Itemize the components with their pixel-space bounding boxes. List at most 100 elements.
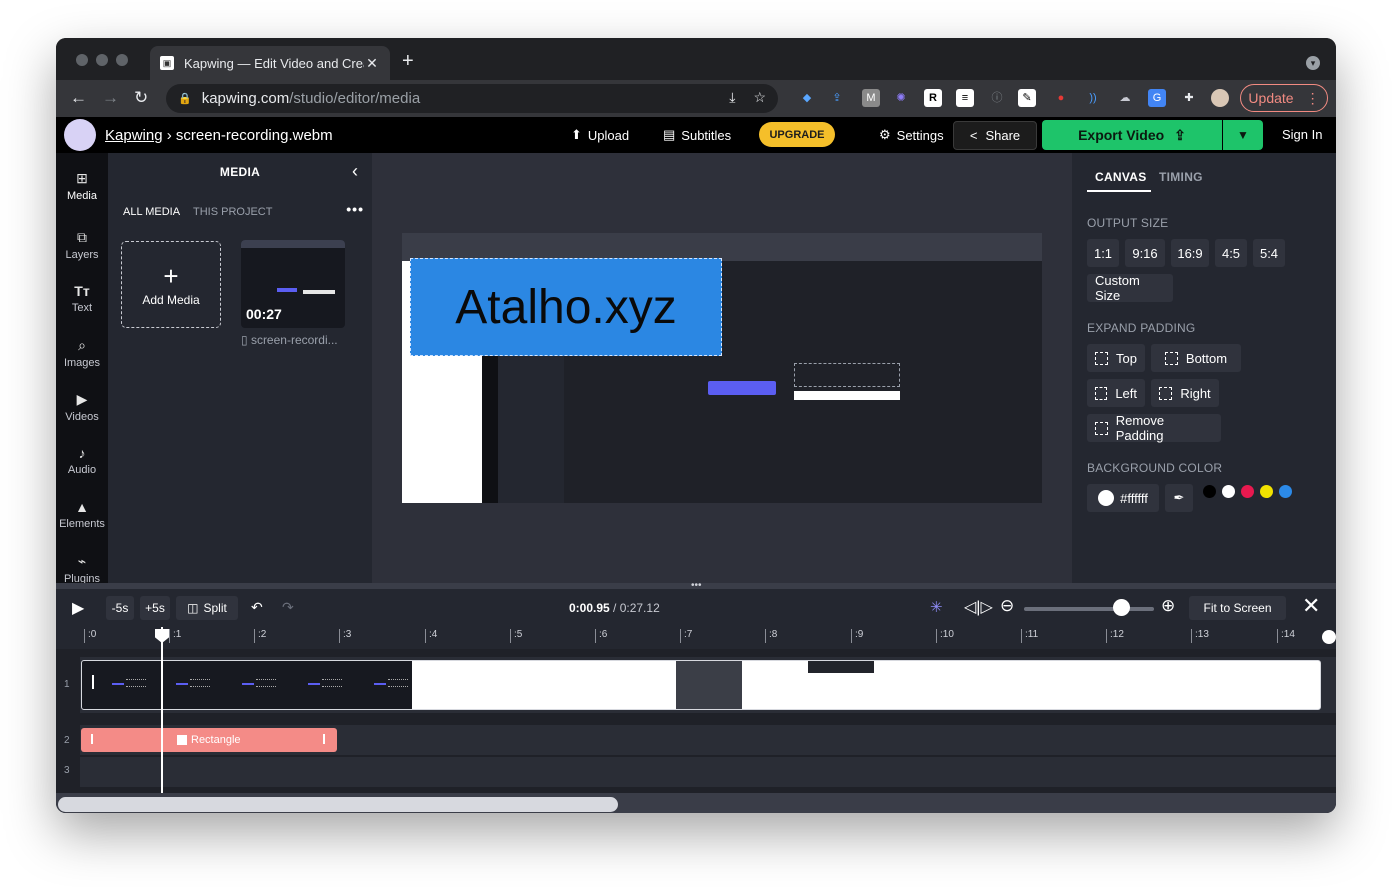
video-clip[interactable] bbox=[81, 660, 1321, 710]
padding-bottom-button[interactable]: Bottom bbox=[1151, 344, 1241, 372]
rail-item-elements[interactable]: ▲ Elements bbox=[56, 499, 108, 530]
extension-translate-icon[interactable]: G bbox=[1148, 89, 1166, 107]
rail-item-text[interactable]: Tт Text bbox=[56, 283, 108, 314]
extension-spark-icon[interactable]: ✺ bbox=[892, 89, 910, 107]
maximize-window-button[interactable] bbox=[116, 54, 128, 66]
swatch-red[interactable] bbox=[1241, 485, 1254, 498]
snap-icon[interactable]: ✳ bbox=[930, 598, 943, 616]
url-input[interactable]: 🔒 kapwing.com /studio/editor/media ⤓ ☆ bbox=[166, 84, 778, 113]
extension-share-icon[interactable]: ⇪ bbox=[828, 89, 846, 107]
more-options-icon[interactable]: ••• bbox=[346, 201, 364, 217]
export-dropdown-button[interactable]: ▼ bbox=[1223, 120, 1263, 150]
extension-r-icon[interactable]: R bbox=[924, 89, 942, 107]
extension-ghost-icon[interactable]: ☁ bbox=[1116, 89, 1134, 107]
ratio-5-4-button[interactable]: 5:4 bbox=[1253, 239, 1285, 267]
update-button[interactable]: Update ⋮ bbox=[1240, 84, 1328, 112]
padding-left-button[interactable]: Left bbox=[1087, 379, 1145, 407]
swatch-white[interactable] bbox=[1222, 485, 1235, 498]
kapwing-logo-icon[interactable] bbox=[64, 119, 96, 151]
reload-icon[interactable]: ↻ bbox=[134, 88, 148, 108]
tab-canvas[interactable]: CANVAS bbox=[1095, 170, 1147, 184]
collapse-panel-icon[interactable]: ‹ bbox=[352, 161, 358, 182]
minimize-window-button[interactable] bbox=[96, 54, 108, 66]
brand-link[interactable]: Kapwing bbox=[105, 127, 163, 144]
background-color-picker[interactable]: #ffffff bbox=[1087, 484, 1159, 512]
extension-m-icon[interactable]: M bbox=[862, 89, 880, 107]
close-window-button[interactable] bbox=[76, 54, 88, 66]
zoom-slider-knob[interactable] bbox=[1113, 599, 1130, 616]
ratio-16-9-button[interactable]: 16:9 bbox=[1171, 239, 1209, 267]
padding-right-icon bbox=[1159, 386, 1173, 400]
rail-item-audio[interactable]: ♪ Audio bbox=[56, 445, 108, 476]
extension-info-icon[interactable]: ⓘ bbox=[988, 89, 1006, 107]
close-tab-icon[interactable]: ✕ bbox=[364, 55, 380, 72]
padding-top-button[interactable]: Top bbox=[1087, 344, 1145, 372]
rect-clip-left-handle[interactable] bbox=[91, 734, 93, 744]
subtitles-button[interactable]: ▤ Subtitles bbox=[663, 127, 731, 143]
playhead[interactable] bbox=[161, 627, 163, 813]
tab-this-project[interactable]: THIS PROJECT bbox=[193, 206, 272, 218]
ratio-1-1-button[interactable]: 1:1 bbox=[1087, 239, 1119, 267]
swatch-yellow[interactable] bbox=[1260, 485, 1273, 498]
extensions-puzzle-icon[interactable]: ✚ bbox=[1180, 89, 1198, 107]
rail-item-layers[interactable]: ⧉ Layers bbox=[56, 229, 108, 261]
swatch-blue[interactable] bbox=[1279, 485, 1292, 498]
rectangle-clip[interactable]: Rectangle bbox=[81, 728, 337, 752]
rail-item-images[interactable]: ⌕ Images bbox=[56, 337, 108, 369]
extension-edit-icon[interactable]: ✎ bbox=[1018, 89, 1036, 107]
forward-icon[interactable]: → bbox=[102, 88, 119, 108]
play-icon[interactable]: ▶ bbox=[72, 598, 84, 618]
undo-icon[interactable]: ↶ bbox=[251, 599, 263, 616]
new-tab-icon[interactable]: + bbox=[402, 51, 414, 71]
color-hex-value: #ffffff bbox=[1120, 490, 1148, 506]
rail-item-media[interactable]: ⊞ Media bbox=[56, 170, 108, 202]
back-icon[interactable]: ← bbox=[70, 88, 87, 108]
padding-right-button[interactable]: Right bbox=[1151, 379, 1219, 407]
media-thumbnail[interactable]: 00:27 bbox=[241, 240, 345, 328]
swatch-black[interactable] bbox=[1203, 485, 1216, 498]
forward-5s-button[interactable]: +5s bbox=[140, 596, 170, 620]
install-icon[interactable]: ⤓ bbox=[729, 89, 735, 106]
settings-button[interactable]: ⚙ Settings bbox=[879, 127, 944, 143]
share-button[interactable]: < Share bbox=[953, 121, 1037, 150]
back-5s-button[interactable]: -5s bbox=[106, 596, 134, 620]
fit-to-screen-button[interactable]: Fit to Screen bbox=[1189, 596, 1286, 620]
rail-item-plugins[interactable]: ⌁ Plugins bbox=[56, 553, 108, 585]
custom-size-button[interactable]: Custom Size bbox=[1087, 273, 1173, 303]
close-timeline-icon[interactable]: ✕ bbox=[1302, 594, 1320, 618]
tab-search-icon[interactable]: ▾ bbox=[1306, 56, 1320, 70]
bookmark-star-icon[interactable]: ☆ bbox=[753, 89, 766, 106]
tab-timing[interactable]: TIMING bbox=[1159, 170, 1203, 184]
eyedropper-button[interactable]: ✒ bbox=[1165, 484, 1193, 512]
zoom-slider[interactable] bbox=[1024, 607, 1154, 611]
timeline-scrollbar[interactable] bbox=[56, 793, 1336, 813]
timeline-scrollbar-thumb[interactable] bbox=[58, 797, 618, 812]
ratio-9-16-button[interactable]: 9:16 bbox=[1125, 239, 1165, 267]
extension-gem-icon[interactable]: ◆ bbox=[798, 89, 816, 107]
extension-audio-icon[interactable]: )) bbox=[1084, 89, 1102, 107]
redo-icon[interactable]: ↷ bbox=[282, 599, 294, 616]
zoom-out-icon[interactable]: ⊖ bbox=[1000, 596, 1014, 616]
rectangle-text-overlay[interactable]: Atalho.xyz bbox=[410, 258, 722, 356]
rail-item-videos[interactable]: ▶ Videos bbox=[56, 391, 108, 423]
project-filename[interactable]: screen-recording.webm bbox=[176, 127, 333, 144]
clip-start-handle[interactable] bbox=[92, 675, 94, 689]
tab-all-media[interactable]: ALL MEDIA bbox=[123, 206, 180, 218]
sign-in-link[interactable]: Sign In bbox=[1282, 127, 1322, 142]
timeline-end-handle[interactable] bbox=[1322, 630, 1336, 644]
remove-padding-button[interactable]: Remove Padding bbox=[1087, 413, 1221, 443]
upload-button[interactable]: ⬆ Upload bbox=[571, 127, 629, 143]
add-media-button[interactable]: + Add Media bbox=[121, 241, 221, 328]
profile-avatar-icon[interactable] bbox=[1211, 89, 1229, 107]
time-ruler[interactable]: :0 :1 :2 :3 :4 :5 :6 :7 :8 :9 :10 :11 :1… bbox=[56, 627, 1336, 649]
extension-pokeball-icon[interactable]: ● bbox=[1052, 89, 1070, 107]
split-view-icon[interactable]: ◁|▷ bbox=[964, 597, 993, 617]
rect-clip-right-handle[interactable] bbox=[323, 734, 325, 744]
browser-tab[interactable]: ▣ Kapwing — Edit Video and Crea ✕ bbox=[150, 46, 390, 80]
export-video-button[interactable]: Export Video ⇪ bbox=[1042, 120, 1222, 150]
extension-list-icon[interactable]: ≡ bbox=[956, 89, 974, 107]
split-button[interactable]: ◫ Split bbox=[176, 596, 238, 620]
ratio-4-5-button[interactable]: 4:5 bbox=[1215, 239, 1247, 267]
zoom-in-icon[interactable]: ⊕ bbox=[1161, 596, 1175, 616]
upgrade-button[interactable]: UPGRADE bbox=[759, 122, 835, 147]
